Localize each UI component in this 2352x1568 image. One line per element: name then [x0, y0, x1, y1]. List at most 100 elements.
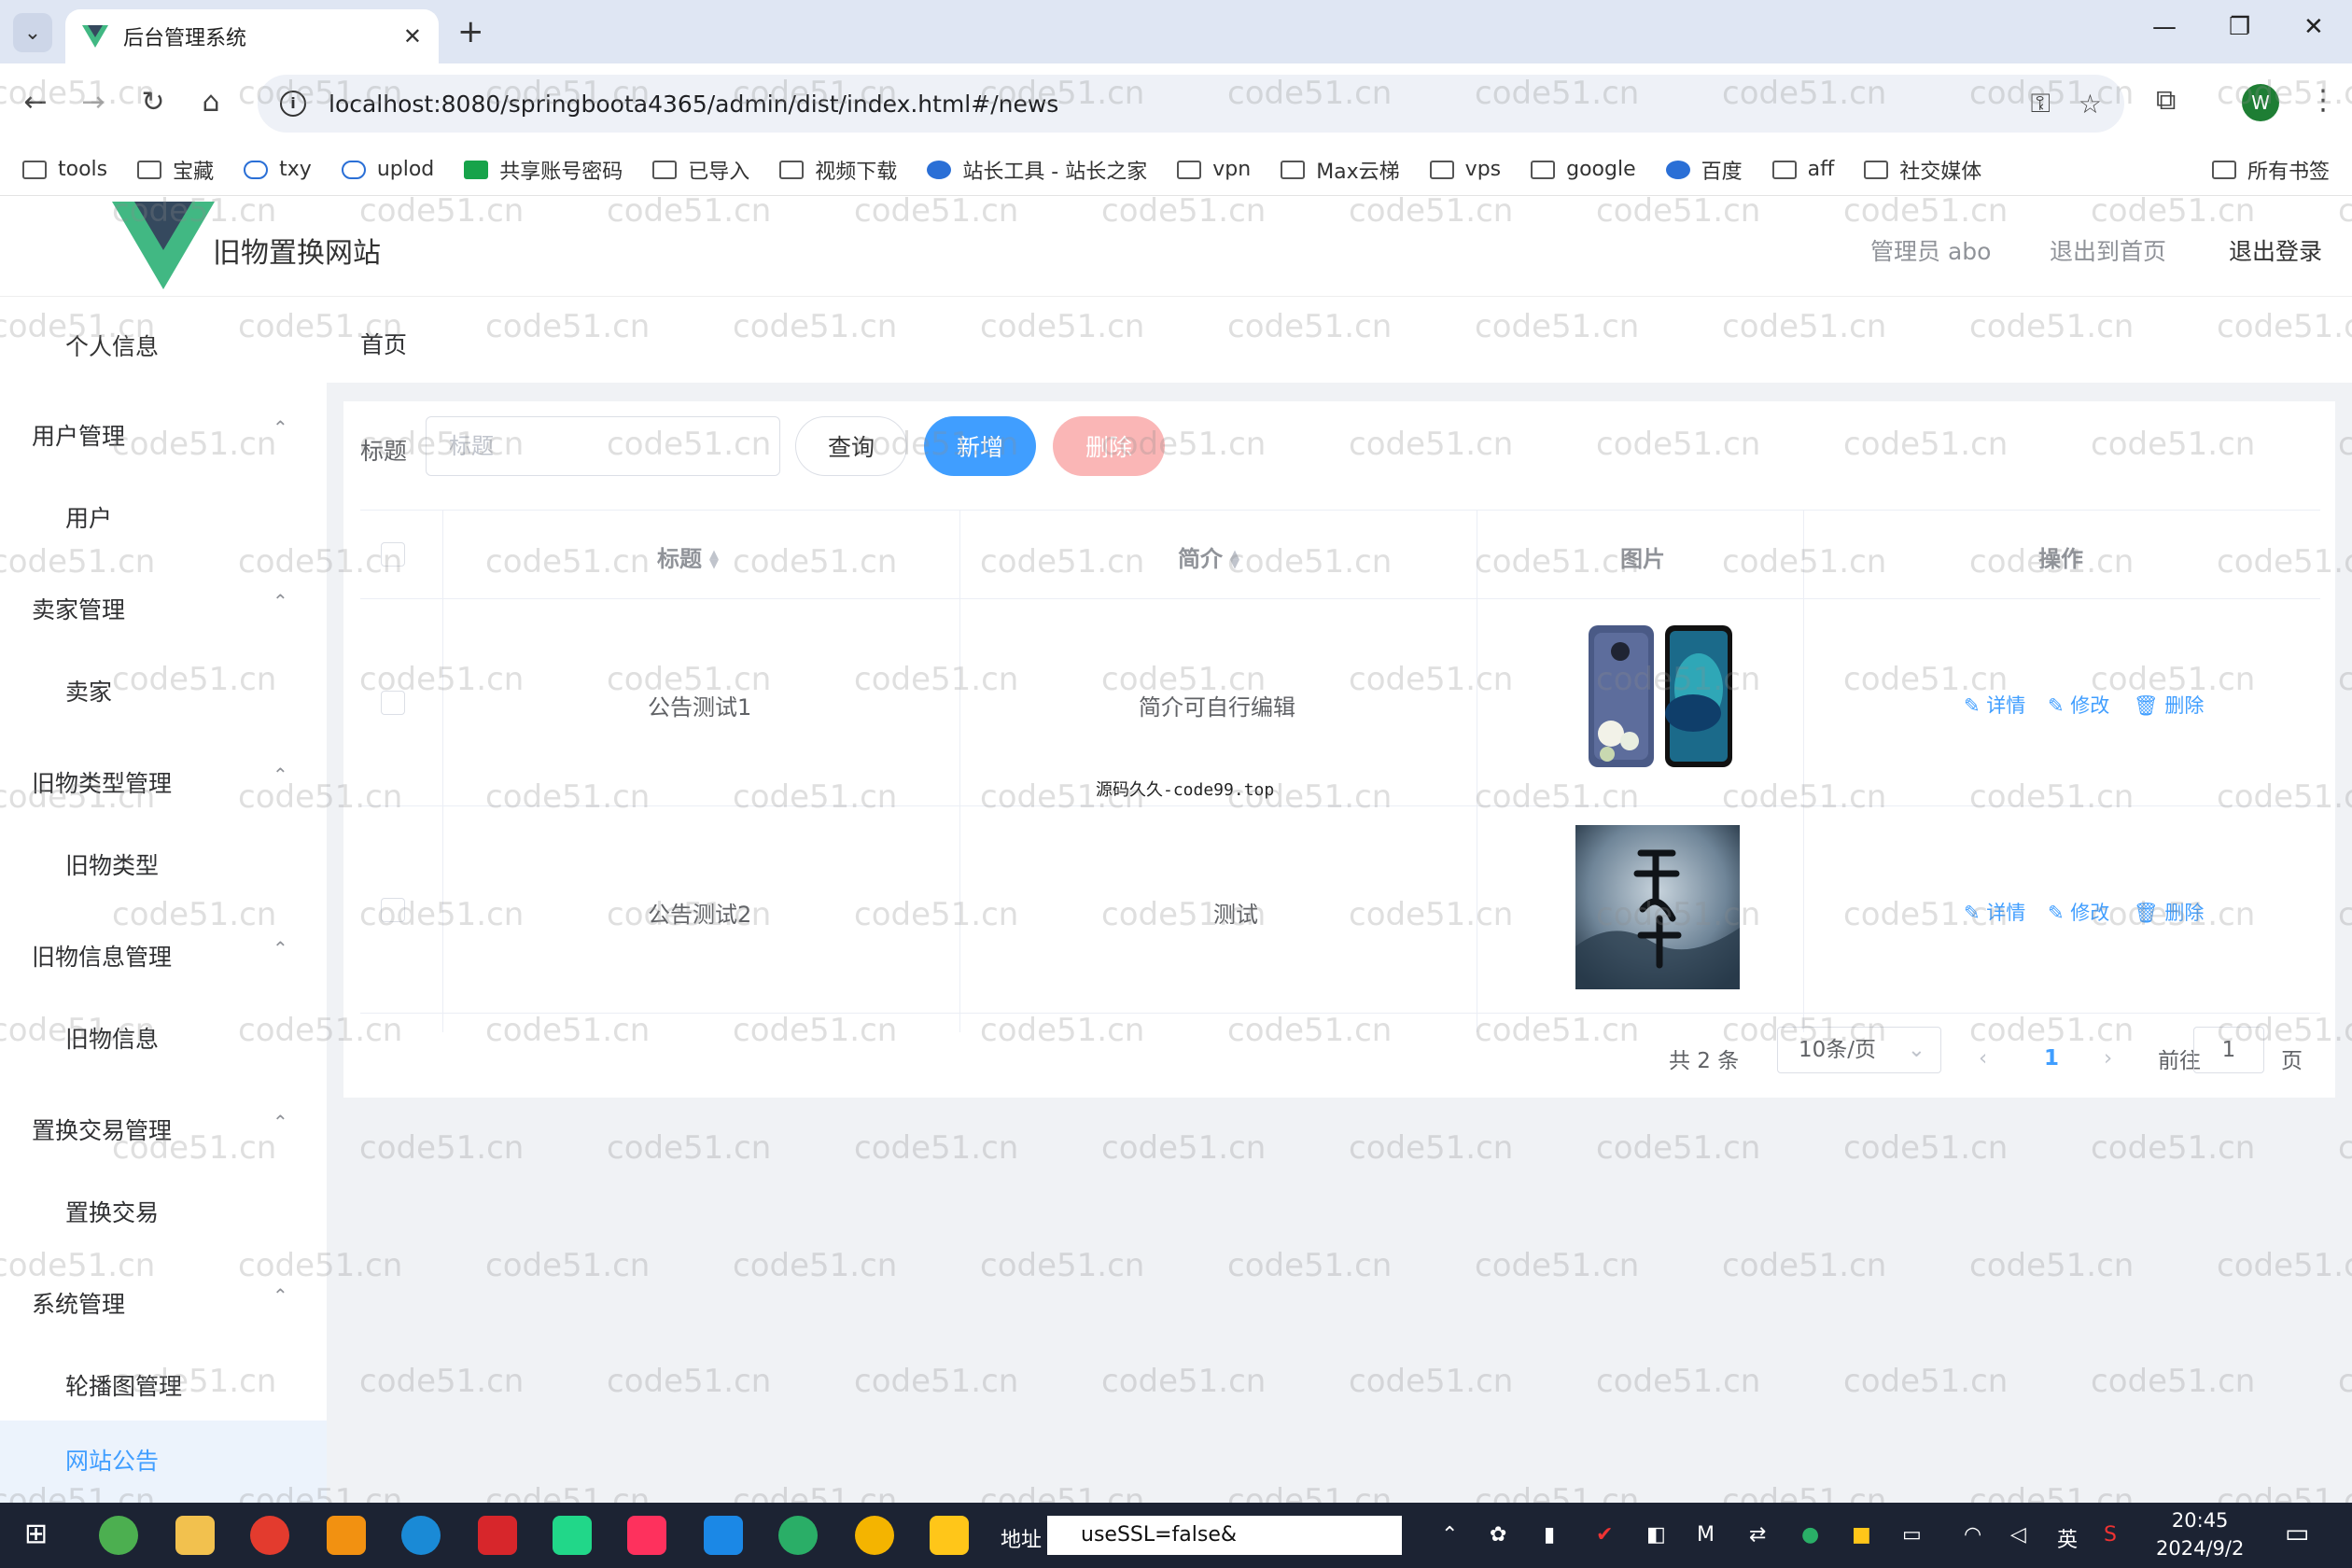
bookmark-tools[interactable]: tools — [22, 158, 107, 181]
tray-mail-icon[interactable]: M — [1697, 1523, 1715, 1547]
sort-icon[interactable]: ▲ ▼ — [709, 549, 719, 570]
sidebar-item-users[interactable]: 用户 — [65, 500, 112, 534]
bookmark-vpn[interactable]: vpn — [1177, 158, 1251, 181]
menu-group-users[interactable]: 用户管理 — [32, 418, 125, 452]
sublime-icon[interactable] — [327, 1516, 366, 1555]
tray-wifi-icon[interactable]: ◠ — [1964, 1523, 1981, 1547]
file-explorer-icon[interactable] — [175, 1516, 215, 1555]
menu-group-item-info[interactable]: 旧物信息管理 — [32, 939, 172, 973]
tray-app-icon[interactable]: ■ — [1852, 1523, 1871, 1547]
back-home-link[interactable]: 退出到首页 — [2050, 233, 2166, 267]
sidebar-item-sellers[interactable]: 卖家 — [65, 674, 112, 707]
add-button[interactable]: 新增 — [924, 416, 1036, 476]
edit-link[interactable]: ✎ 修改 — [2048, 691, 2109, 719]
restore-icon[interactable]: ❐ — [2229, 13, 2250, 41]
select-all-checkbox[interactable] — [381, 542, 405, 567]
batch-delete-button[interactable]: 删除 — [1053, 416, 1165, 476]
tray-expand-icon[interactable]: ⌃ — [1441, 1523, 1458, 1547]
sidebar-item-carousel[interactable]: 轮播图管理 — [65, 1368, 182, 1402]
tray-transfer-icon[interactable]: ⇄ — [1749, 1523, 1766, 1547]
bookmark-max[interactable]: Max云梯 — [1281, 155, 1400, 185]
bookmark-star-icon[interactable]: ☆ — [2079, 89, 2102, 119]
bookmark-uplod[interactable]: uplod — [341, 158, 434, 181]
row-checkbox[interactable] — [381, 691, 405, 715]
page-jump-input[interactable]: 1 — [2193, 1027, 2264, 1073]
tray-sogou-icon[interactable]: S — [2104, 1523, 2117, 1547]
column-title[interactable]: 标题 ▲ ▼ — [657, 540, 719, 573]
windows-start-icon[interactable]: ⊞ — [24, 1518, 48, 1550]
profile-avatar[interactable]: W — [2242, 84, 2279, 121]
sidebar-item-item-info[interactable]: 旧物信息 — [65, 1021, 159, 1055]
delete-link[interactable]: 🗑 删除 — [2134, 691, 2204, 719]
todesk-icon[interactable] — [704, 1516, 743, 1555]
app-k-icon[interactable] — [930, 1516, 969, 1555]
menu-group-system[interactable]: 系统管理 — [32, 1286, 125, 1320]
sort-icon[interactable]: ▲ ▼ — [1230, 549, 1239, 570]
new-tab-button[interactable]: + — [457, 13, 484, 50]
bookmark-google[interactable]: google — [1531, 158, 1636, 181]
poster-image[interactable] — [1575, 825, 1740, 989]
address-url[interactable]: localhost:8080/springboota4365/admin/dis… — [329, 91, 2003, 118]
query-button[interactable]: 查询 — [795, 416, 907, 476]
browser-tab[interactable]: 后台管理系统 ✕ — [65, 9, 439, 63]
page-size-select[interactable]: 10条/页 ⌄ — [1777, 1027, 1941, 1073]
prev-page-icon[interactable]: ‹ — [1979, 1036, 1987, 1081]
app-paw-icon[interactable] — [855, 1516, 894, 1555]
close-window-icon[interactable]: ✕ — [2303, 13, 2324, 41]
title-search-input[interactable] — [426, 416, 780, 476]
bookmark-treasure[interactable]: 宝藏 — [137, 155, 214, 185]
edit-link[interactable]: ✎ 修改 — [2048, 898, 2109, 926]
logout-link[interactable]: 退出登录 — [2229, 233, 2322, 267]
reload-icon[interactable]: ↻ — [133, 82, 174, 123]
breadcrumb[interactable]: 首页 — [360, 327, 407, 360]
more-menu-icon[interactable]: ⋮ — [2309, 84, 2337, 117]
menu-group-sellers[interactable]: 卖家管理 — [32, 592, 125, 625]
pycharm-icon[interactable] — [553, 1516, 592, 1555]
tray-usb-icon[interactable]: ▮ — [1544, 1523, 1555, 1547]
tray-flower-icon[interactable]: ✿ — [1490, 1523, 1506, 1547]
tab-close-icon[interactable]: ✕ — [403, 23, 422, 49]
address-bar[interactable]: i localhost:8080/springboota4365/admin/d… — [258, 75, 2124, 133]
column-intro[interactable]: 简介 ▲ ▼ — [1178, 540, 1239, 573]
taskbar-clock[interactable]: 20:45 2024/9/2 — [2156, 1506, 2244, 1562]
tray-volume-icon[interactable]: ◁ — [2010, 1523, 2026, 1547]
intellij-icon[interactable] — [627, 1516, 666, 1555]
tray-todesk-icon[interactable]: ◧ — [1646, 1523, 1666, 1547]
menu-group-exchange[interactable]: 置换交易管理 — [32, 1113, 172, 1146]
sidebar-item-news[interactable]: 网站公告 — [0, 1421, 327, 1503]
app-360-icon[interactable] — [99, 1516, 138, 1555]
bookmark-aff[interactable]: aff — [1771, 158, 1834, 181]
bookmark-social[interactable]: 社交媒体 — [1864, 155, 1981, 185]
bookmark-shared-accounts[interactable]: 共享账号密码 — [464, 155, 623, 185]
key-icon[interactable]: ⚿ — [2031, 88, 2051, 119]
page-number-current[interactable]: 1 — [2044, 1036, 2059, 1081]
sidebar-item-profile[interactable]: 个人信息 — [65, 329, 159, 362]
back-arrow-icon[interactable]: ← — [15, 82, 56, 123]
bookmark-imported[interactable]: 已导入 — [652, 155, 749, 185]
tray-antivirus-icon[interactable]: ✔ — [1596, 1523, 1613, 1547]
bookmark-baidu[interactable]: 百度 — [1665, 155, 1743, 185]
tray-battery-icon[interactable]: ▭ — [1902, 1523, 1922, 1547]
minimize-icon[interactable]: — — [2152, 13, 2177, 41]
row-checkbox[interactable] — [381, 898, 405, 922]
detail-link[interactable]: ✎ 详情 — [1964, 691, 2025, 719]
sidebar-item-exchange[interactable]: 置换交易 — [65, 1195, 159, 1228]
detail-link[interactable]: ✎ 详情 — [1964, 898, 2025, 926]
edge-icon[interactable] — [401, 1516, 441, 1555]
bookmark-webmaster-tools[interactable]: 站长工具 - 站长之家 — [927, 155, 1147, 185]
all-bookmarks[interactable]: 所有书签 — [2211, 144, 2330, 196]
forward-arrow-icon[interactable]: → — [73, 82, 114, 123]
phone-image[interactable] — [1583, 623, 1734, 769]
bookmark-video-download[interactable]: 视频下载 — [779, 155, 897, 185]
wps-icon[interactable] — [478, 1516, 517, 1555]
tray-wechat-icon[interactable]: ● — [1801, 1523, 1819, 1547]
wechat-icon[interactable] — [778, 1516, 818, 1555]
notifications-icon[interactable]: ▭ — [2285, 1518, 2309, 1548]
delete-link[interactable]: 🗑 删除 — [2134, 898, 2204, 926]
next-page-icon[interactable]: › — [2104, 1036, 2112, 1081]
bookmark-vps[interactable]: vps — [1429, 158, 1501, 181]
site-info-icon[interactable]: i — [280, 91, 306, 117]
tab-search-button[interactable]: ⌄ — [13, 13, 52, 52]
menu-group-item-types[interactable]: 旧物类型管理 — [32, 765, 172, 799]
extensions-icon[interactable]: ⧉ — [2156, 84, 2176, 117]
